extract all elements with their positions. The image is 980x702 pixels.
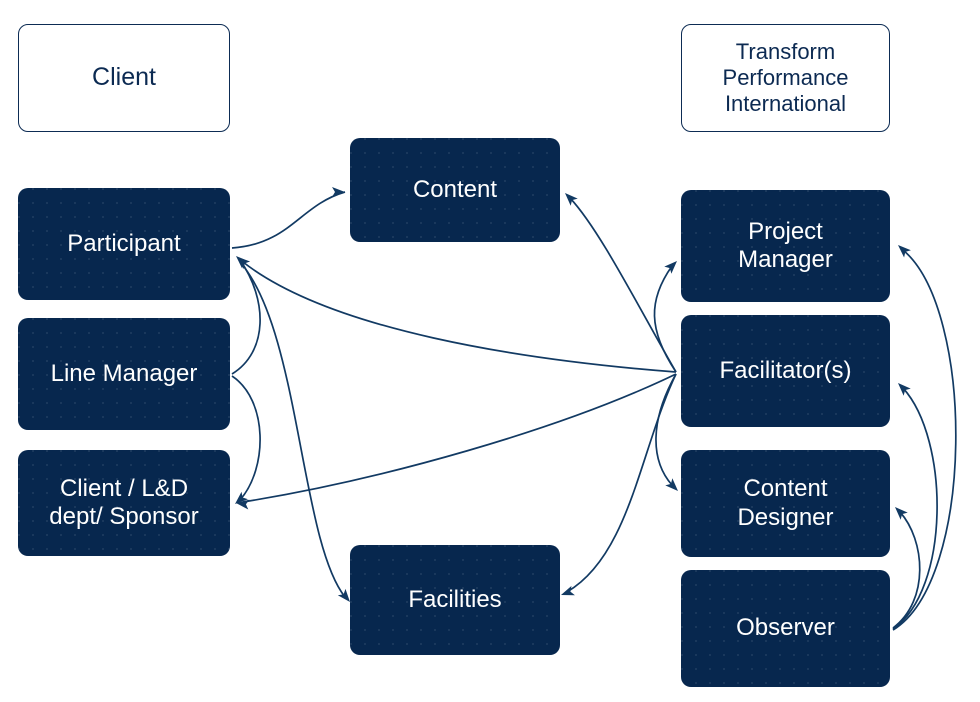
arrowhead-line-manager-to-client-ld bbox=[235, 491, 249, 504]
node-content-label: Content bbox=[412, 175, 498, 203]
node-line-manager-label: Line Manager bbox=[50, 359, 198, 387]
arrowhead-facilitators-to-client-ld bbox=[236, 499, 250, 510]
edge-observer-to-facilitators bbox=[892, 387, 938, 630]
group-box-client[interactable]: Client bbox=[18, 24, 230, 132]
node-project-manager-label: Project Manager bbox=[738, 217, 833, 273]
edge-observer-to-content-designer bbox=[892, 511, 921, 629]
node-project-manager[interactable]: Project Manager bbox=[681, 190, 890, 302]
arrowhead-line-manager-to-participant bbox=[236, 256, 249, 269]
edge-line-manager-to-client-ld bbox=[231, 375, 261, 501]
node-facilitators-label: Facilitator(s) bbox=[719, 356, 852, 384]
node-facilities[interactable]: Facilities bbox=[350, 545, 560, 655]
arrowhead-participant-to-content bbox=[332, 187, 345, 197]
edge-facilitators-to-content bbox=[569, 197, 677, 373]
node-participant-label: Participant bbox=[67, 229, 181, 257]
node-client-ld-sponsor-label: Client / L&D dept/ Sponsor bbox=[49, 474, 199, 530]
node-observer[interactable]: Observer bbox=[681, 570, 890, 687]
arrowhead-observer-to-facilitators bbox=[898, 383, 911, 396]
node-client-ld-sponsor[interactable]: Client / L&D dept/ Sponsor bbox=[18, 450, 230, 556]
arrowhead-facilitators-to-content bbox=[565, 193, 578, 206]
edge-facilitators-to-participant bbox=[242, 261, 677, 373]
edge-line-manager-to-participant bbox=[231, 259, 261, 375]
arrowhead-facilitators-to-facilities bbox=[561, 585, 575, 596]
node-facilitators[interactable]: Facilitator(s) bbox=[681, 315, 890, 427]
node-content-designer-label: Content Designer bbox=[737, 475, 834, 531]
arrowhead-facilitators-to-content-designer bbox=[665, 478, 678, 491]
arrowhead-facilitators-to-project-manager bbox=[664, 261, 677, 274]
edge-observer-to-project-manager bbox=[892, 249, 957, 631]
edge-participant-to-content bbox=[231, 191, 346, 249]
node-observer-label: Observer bbox=[736, 614, 835, 642]
arrowhead-observer-to-content-designer bbox=[895, 507, 908, 520]
edge-participant-to-facilities bbox=[239, 261, 346, 598]
arrowhead-observer-to-project-manager bbox=[898, 245, 911, 258]
group-box-transform-performance-international-label: Transform Performance International bbox=[722, 39, 849, 116]
node-facilities-label: Facilities bbox=[408, 585, 502, 613]
group-box-transform-performance-international[interactable]: Transform Performance International bbox=[681, 24, 890, 132]
diagram-canvas: Client Transform Performance Internation… bbox=[0, 0, 980, 702]
arrowhead-facilitators-to-participant bbox=[237, 257, 251, 270]
node-line-manager[interactable]: Line Manager bbox=[18, 318, 230, 430]
edge-facilitators-to-content-designer bbox=[655, 373, 677, 486]
node-content[interactable]: Content bbox=[350, 138, 560, 242]
edge-facilitators-to-project-manager bbox=[653, 265, 677, 373]
node-participant[interactable]: Participant bbox=[18, 188, 230, 300]
group-box-client-label: Client bbox=[92, 63, 156, 92]
edge-facilitators-to-client-ld bbox=[242, 373, 677, 503]
edge-facilitators-to-facilities bbox=[566, 373, 677, 593]
node-content-designer[interactable]: Content Designer bbox=[681, 450, 890, 557]
